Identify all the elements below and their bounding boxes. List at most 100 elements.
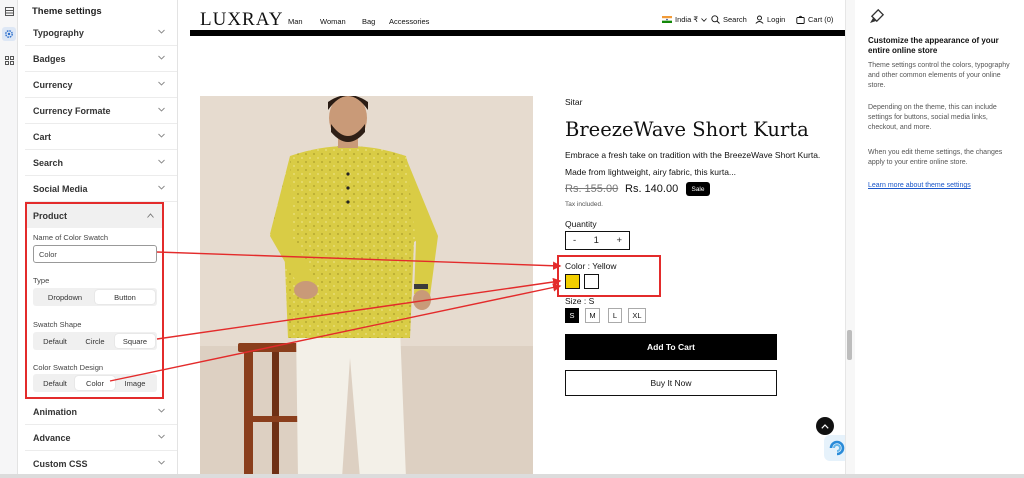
quantity-value[interactable]: 1	[594, 235, 599, 246]
cart-link[interactable]: Cart (0)	[796, 15, 833, 24]
settings-section-label: Search	[33, 157, 64, 168]
option-default[interactable]: Default	[35, 334, 75, 348]
settings-section-badges[interactable]: Badges	[25, 46, 177, 72]
settings-section-label: Badges	[33, 53, 66, 64]
chevron-down-icon	[158, 29, 165, 34]
store-header: LUXRAY Man Woman Bag Accessories India ₹…	[190, 0, 845, 36]
quantity-stepper[interactable]: - 1 +	[565, 231, 630, 250]
option-dropdown[interactable]: Dropdown	[35, 290, 95, 304]
nav-link-woman[interactable]: Woman	[320, 17, 346, 26]
search-icon	[711, 15, 720, 24]
help-panel: Customize the appearance of your entire …	[856, 0, 1024, 478]
preview-scrollbar[interactable]	[845, 0, 855, 478]
size-option-m[interactable]: M	[585, 308, 600, 323]
option-default[interactable]: Default	[35, 376, 75, 390]
help-paragraph-2: Depending on the theme, this can include…	[868, 104, 997, 131]
paint-brush-icon	[870, 8, 885, 23]
login-link[interactable]: Login	[755, 15, 785, 24]
type-selector[interactable]: Dropdown Button	[33, 288, 157, 306]
product-section-label: Product	[33, 211, 68, 221]
quantity-increase-button[interactable]: +	[616, 235, 622, 246]
quantity-label: Quantity	[565, 219, 597, 229]
apps-icon[interactable]	[2, 53, 16, 67]
india-flag-icon	[662, 16, 672, 23]
chevron-up-icon	[821, 423, 829, 429]
settings-section-search[interactable]: Search	[25, 150, 177, 176]
product-settings-section: Product Name of Color Swatch Color Type …	[25, 202, 164, 399]
settings-section-social-media[interactable]: Social Media	[25, 176, 177, 202]
chevron-down-icon	[158, 159, 165, 164]
chevron-down-icon	[158, 434, 165, 439]
option-image[interactable]: Image	[115, 376, 155, 390]
option-circle[interactable]: Circle	[75, 334, 115, 348]
settings-title: Theme settings	[32, 6, 102, 17]
swatch-design-label: Color Swatch Design	[33, 363, 104, 372]
swatch-yellow[interactable]	[565, 274, 580, 289]
size-option-l[interactable]: L	[608, 308, 622, 323]
settings-section-label: Advance	[33, 432, 71, 443]
nav-link-accessories[interactable]: Accessories	[389, 17, 429, 26]
color-swatch-group: Color : Yellow	[557, 255, 661, 297]
sale-badge: Sale	[686, 182, 710, 196]
learn-more-link[interactable]: Learn more about theme settings	[868, 182, 971, 189]
theme-settings-gear-icon[interactable]	[2, 27, 16, 41]
chevron-down-icon	[701, 17, 707, 22]
swatch-name-label: Name of Color Swatch	[33, 233, 109, 242]
swatch-shape-label: Swatch Shape	[33, 320, 82, 329]
chevron-down-icon	[158, 133, 165, 138]
buy-now-button[interactable]: Buy It Now	[565, 370, 777, 396]
color-label: Color : Yellow	[565, 261, 617, 271]
product-image[interactable]	[200, 96, 533, 478]
price-current: Rs. 140.00	[625, 183, 679, 195]
help-title: Customize the appearance of your entire …	[868, 36, 999, 55]
settings-section-currency[interactable]: Currency	[25, 72, 177, 98]
swatch-white[interactable]	[584, 274, 599, 289]
product-vendor[interactable]: Sitar	[565, 97, 582, 107]
chevron-down-icon	[158, 55, 165, 60]
chevron-down-icon	[158, 185, 165, 190]
settings-section-label: Social Media	[33, 183, 88, 194]
cart-icon	[796, 15, 805, 24]
chevron-down-icon	[158, 408, 165, 413]
country-selector[interactable]: India ₹	[662, 15, 707, 24]
settings-section-typography[interactable]: Typography	[25, 20, 177, 46]
help-paragraph-3: When you edit theme settings, the change…	[868, 149, 1003, 166]
sections-icon[interactable]	[2, 4, 16, 18]
settings-section-advance[interactable]: Advance	[25, 425, 177, 451]
chevron-up-icon	[147, 213, 154, 218]
swatch-shape-selector[interactable]: Default Circle Square	[33, 332, 157, 350]
login-label: Login	[767, 15, 786, 24]
product-section-header[interactable]: Product	[27, 204, 162, 228]
add-to-cart-button[interactable]: Add To Cart	[565, 334, 777, 360]
settings-section-label: Custom CSS	[33, 458, 88, 469]
settings-section-label: Typography	[33, 27, 84, 38]
search-link[interactable]: Search	[711, 15, 747, 24]
option-button[interactable]: Button	[95, 290, 155, 304]
tax-note: Tax included.	[565, 201, 603, 208]
help-paragraph-1: Theme settings control the colors, typog…	[868, 62, 1010, 89]
quantity-decrease-button[interactable]: -	[573, 235, 576, 246]
size-option-xl[interactable]: XL	[628, 308, 646, 323]
settings-section-label: Animation	[33, 406, 77, 417]
settings-section-label: Currency Formate	[33, 105, 111, 116]
nav-link-man[interactable]: Man	[288, 17, 303, 26]
swatch-design-selector[interactable]: Default Color Image	[33, 374, 157, 392]
type-label: Type	[33, 276, 50, 285]
size-label: Size : S	[565, 296, 595, 306]
option-color[interactable]: Color	[75, 376, 115, 390]
size-option-s[interactable]: S	[565, 308, 579, 323]
country-label: India ₹	[675, 15, 699, 24]
settings-section-cart[interactable]: Cart	[25, 124, 177, 150]
settings-section-currency-formate[interactable]: Currency Formate	[25, 98, 177, 124]
nav-link-bag[interactable]: Bag	[362, 17, 375, 26]
option-square[interactable]: Square	[115, 334, 155, 348]
chat-widget-icon[interactable]	[824, 435, 845, 461]
scroll-to-top-button[interactable]	[816, 417, 834, 435]
preview-scroll-thumb[interactable]	[847, 330, 852, 360]
chevron-down-icon	[158, 107, 165, 112]
swatch-name-input[interactable]: Color	[33, 245, 157, 263]
product-title: BreezeWave Short Kurta	[565, 118, 809, 141]
settings-section-animation[interactable]: Animation	[25, 399, 177, 425]
settings-section-label: Currency	[33, 79, 73, 90]
store-logo[interactable]: LUXRAY	[200, 9, 283, 31]
